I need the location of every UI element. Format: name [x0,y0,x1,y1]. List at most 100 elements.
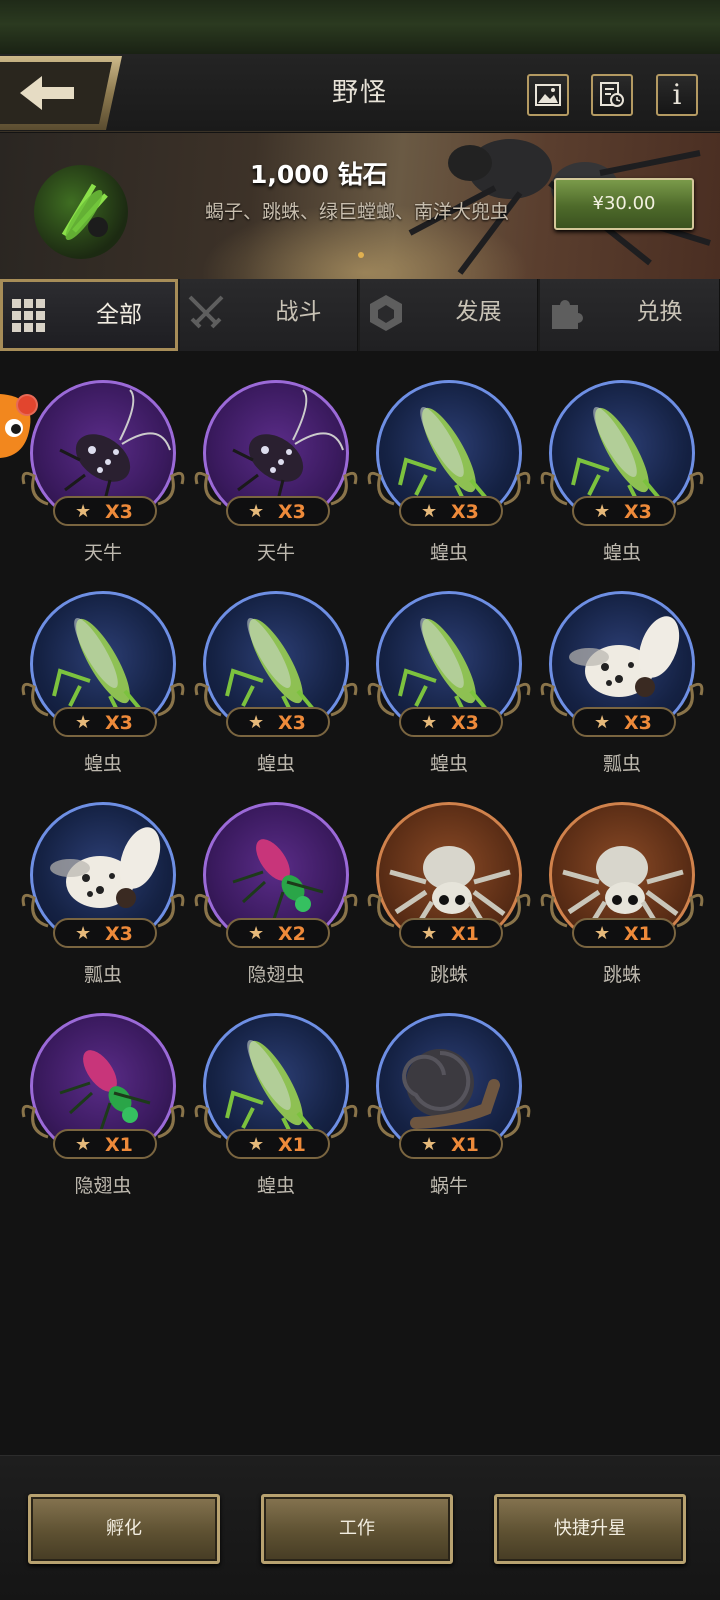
gallery-icon [535,84,561,106]
creature-name: 天牛 [83,542,122,564]
star-count-badge: ★ X3 [53,496,157,526]
star-icon: ★ [421,1134,438,1155]
creature-card[interactable]: ★ X3 蝗虫 [191,583,361,789]
creature-name: 瓢虫 [602,753,641,775]
star-icon: ★ [594,712,611,733]
gallery-button[interactable] [527,74,569,116]
creature-count: X3 [624,712,652,734]
star-icon: ★ [421,501,438,522]
star-icon: ★ [421,923,438,944]
crossed-swords-icon [188,295,224,329]
star-icon: ★ [248,712,265,733]
star-count-badge: ★ X1 [53,1129,157,1159]
quick-star-up-button[interactable]: 快捷升星 [494,1494,686,1564]
star-count-badge: ★ X3 [226,496,330,526]
creature-card[interactable]: ★ X3 蝗虫 [18,583,188,789]
creature-count: X3 [105,923,133,945]
creature-card[interactable]: ★ X3 天牛 [191,372,361,578]
history-button[interactable] [591,74,633,116]
creature-card[interactable]: ★ X1 蝗虫 [191,1005,361,1211]
creature-count: X1 [105,1134,133,1156]
star-count-badge: ★ X2 [226,918,330,948]
creature-count: X3 [105,501,133,523]
creature-name: 蝗虫 [256,753,295,775]
tab-combat[interactable]: 战斗 [180,279,358,351]
star-icon: ★ [75,923,92,944]
creature-card[interactable]: ★ X3 天牛 [18,372,188,578]
star-count-badge: ★ X3 [399,496,503,526]
creature-count: X1 [278,1134,306,1156]
creature-name: 蝗虫 [429,753,468,775]
star-count-badge: ★ X1 [399,1129,503,1159]
creature-name: 天牛 [256,542,295,564]
creature-card[interactable]: ★ X3 瓢虫 [18,794,188,1000]
back-button[interactable] [0,54,124,132]
top-scenery-strip [0,0,720,54]
star-count-badge: ★ X3 [226,707,330,737]
header-bar: 野怪 i [0,54,720,132]
creature-card[interactable]: ★ X1 跳蛛 [364,794,534,1000]
star-icon: ★ [248,1134,265,1155]
creature-count: X3 [624,501,652,523]
creature-name: 蝗虫 [83,753,122,775]
star-count-badge: ★ X1 [226,1129,330,1159]
tab-exchange-label: 兑换 [636,299,683,325]
star-count-badge: ★ X3 [399,707,503,737]
star-icon: ★ [594,501,611,522]
banner-subtitle: 蝎子、跳蛛、绿巨螳螂、南洋大兜虫 [205,201,510,223]
creature-name: 跳蛛 [429,964,468,986]
tab-combat-label: 战斗 [275,299,322,325]
creature-card[interactable]: ★ X3 蝗虫 [537,372,707,578]
star-icon: ★ [75,1134,92,1155]
star-icon: ★ [248,501,265,522]
creature-card[interactable]: ★ X1 跳蛛 [537,794,707,1000]
info-icon: i [672,78,682,111]
star-count-badge: ★ X3 [572,707,676,737]
tab-development[interactable]: 发展 [360,279,538,351]
creature-name: 跳蛛 [602,964,641,986]
creature-name: 蜗牛 [429,1175,468,1197]
hatch-button[interactable]: 孵化 [28,1494,220,1564]
creature-count: X1 [451,923,479,945]
category-tabs: 全部 战斗 发展 兑换 [0,279,720,351]
creature-count: X2 [278,923,306,945]
notification-dot [16,394,38,416]
star-count-badge: ★ X1 [399,918,503,948]
creature-count: X1 [451,1134,479,1156]
grid-icon [12,299,45,332]
creature-count: X3 [278,712,306,734]
creature-name: 蝗虫 [256,1175,295,1197]
star-icon: ★ [75,501,92,522]
creature-name: 瓢虫 [83,964,122,986]
creature-card[interactable]: ★ X2 隐翅虫 [191,794,361,1000]
creature-card[interactable]: ★ X1 隐翅虫 [18,1005,188,1211]
creature-count: X3 [451,712,479,734]
star-icon: ★ [421,712,438,733]
tab-all[interactable]: 全部 [0,279,178,351]
creature-card[interactable]: ★ X3 蝗虫 [364,583,534,789]
carousel-indicator-dot [358,252,364,258]
star-count-badge: ★ X3 [572,496,676,526]
banner-title: 1,000 钻石 [250,160,388,189]
hexagon-cube-icon [370,295,402,331]
buy-price-button[interactable]: ¥30.00 [554,178,694,230]
creature-name: 隐翅虫 [247,964,305,986]
back-arrow-icon [0,56,122,130]
creature-name: 蝗虫 [602,542,641,564]
creature-card[interactable]: ★ X3 瓢虫 [537,583,707,789]
tab-exchange[interactable]: 兑换 [540,279,720,351]
creature-card[interactable]: ★ X1 蜗牛 [364,1005,534,1211]
promo-banner[interactable]: 1,000 钻石 蝎子、跳蛛、绿巨螳螂、南洋大兜虫 ¥30.00 [0,133,720,279]
record-history-icon [600,82,624,107]
creature-card[interactable]: ★ X3 蝗虫 [364,372,534,578]
star-icon: ★ [594,923,611,944]
puzzle-icon [552,300,583,329]
creature-count: X3 [105,712,133,734]
creature-count: X3 [451,501,479,523]
work-button[interactable]: 工作 [261,1494,453,1564]
tab-development-label: 发展 [455,299,502,325]
info-button[interactable]: i [656,74,698,116]
banner-mantis-thumbnail [34,165,128,259]
bottom-action-bar: 孵化 工作 快捷升星 [0,1455,720,1600]
creature-name: 蝗虫 [429,542,468,564]
